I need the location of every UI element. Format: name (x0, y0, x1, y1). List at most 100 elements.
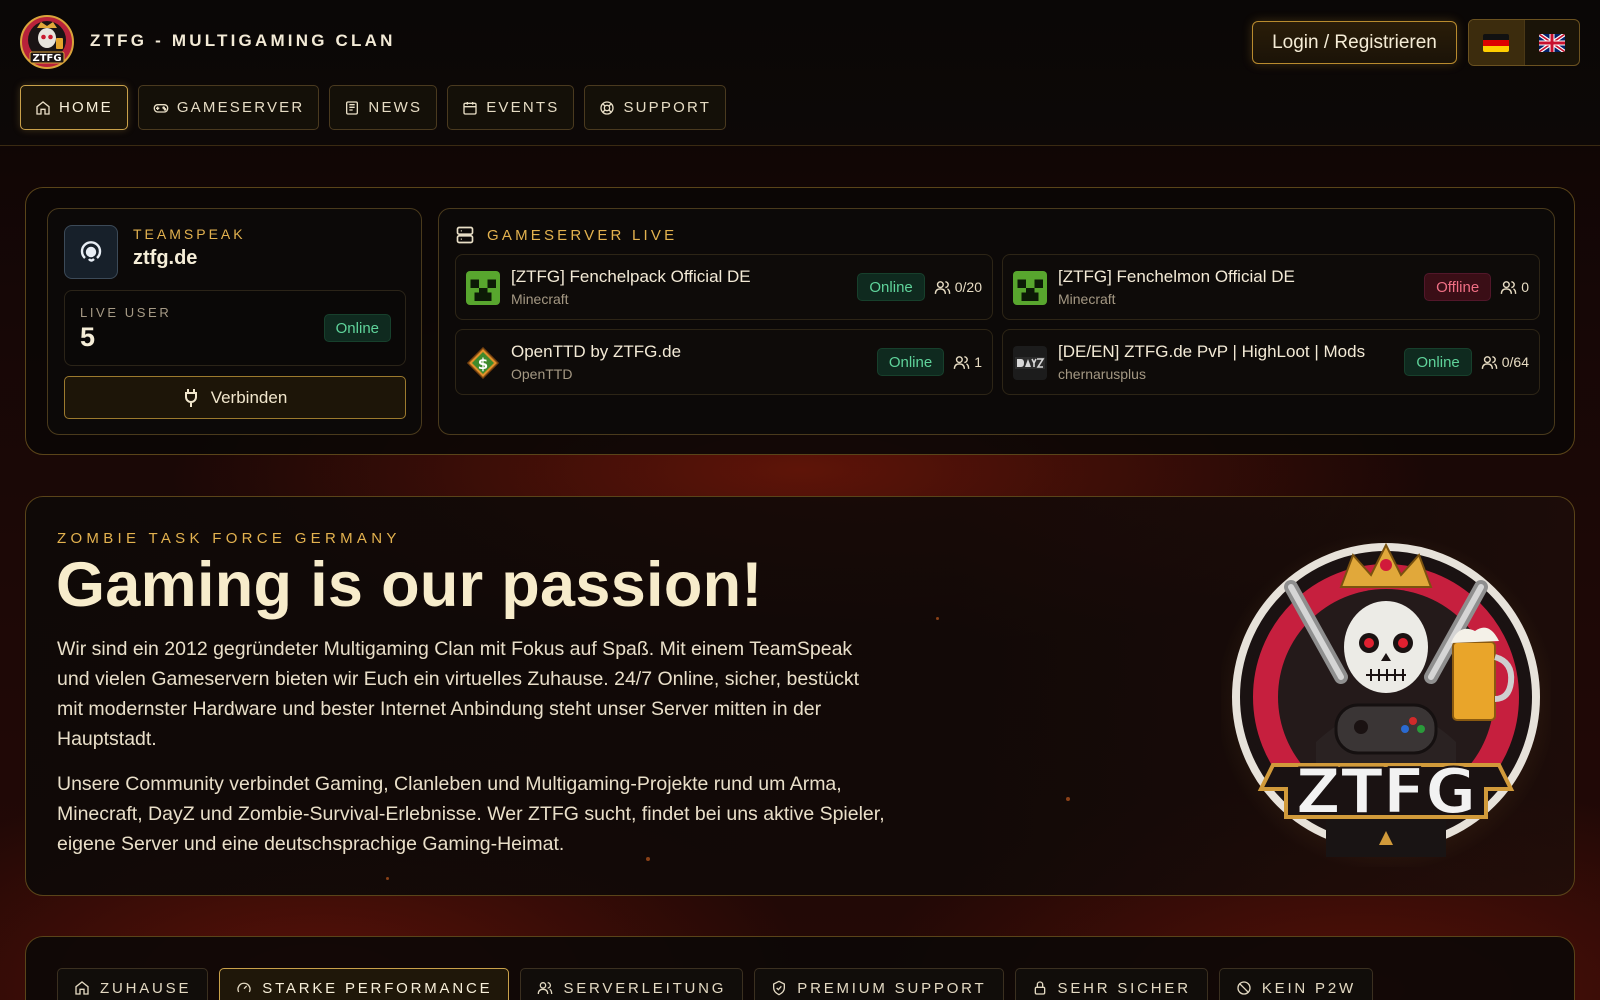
live-user-count: 5 (80, 322, 96, 352)
server-item-openttd[interactable]: $ OpenTTD by ZTFG.de OpenTTD Online 1 (455, 329, 993, 395)
tab-label: PREMIUM SUPPORT (797, 979, 987, 997)
users-icon (934, 280, 951, 294)
uk-flag-icon (1538, 33, 1565, 52)
nav-events[interactable]: EVENTS (447, 85, 575, 130)
emblem-text: ZTFG (1296, 755, 1477, 828)
tab-premium-support[interactable]: PREMIUM SUPPORT (754, 968, 1004, 1000)
server-game: chernarusplus (1058, 366, 1146, 382)
server-item-fenchelpack[interactable]: [ZTFG] Fenchelpack Official DE Minecraft… (455, 254, 993, 320)
lifebuoy-icon (600, 100, 615, 115)
hero-paragraph-2: Unsere Community verbindet Gaming, Clanl… (57, 773, 885, 855)
live-user-label: LIVE USER (80, 305, 172, 320)
calendar-icon (463, 101, 477, 115)
plug-icon (184, 388, 197, 407)
teamspeak-status-badge: Online (323, 314, 391, 342)
svg-text:$: $ (478, 355, 488, 373)
no-coin-icon (1237, 981, 1251, 995)
users-icon (1481, 355, 1498, 369)
teamspeak-card: TEAMSPEAK ztfg.de LIVE USER 5 Online Ver… (47, 208, 422, 435)
openttd-icon: $ (466, 346, 500, 380)
server-icon (456, 226, 474, 244)
server-name: [DE/EN] ZTFG.de PvP | HighLoot | Mods (1058, 342, 1366, 361)
gauge-icon (237, 982, 251, 993)
server-status-badge: Online (1404, 348, 1472, 376)
shield-check-icon (773, 980, 786, 996)
language-option-de[interactable] (1469, 20, 1524, 65)
hero-title: Gaming is our passion! (56, 550, 763, 620)
nav-gameserver-label: GAMESERVER (176, 99, 305, 116)
nav-support[interactable]: SUPPORT (584, 85, 727, 130)
server-player-count: 0 (1521, 279, 1529, 295)
tab-sehr-sicher[interactable]: SEHR SICHER (1014, 968, 1208, 1000)
nav-gameserver[interactable]: GAMESERVER (137, 85, 320, 130)
server-players: 0/20 (934, 279, 982, 296)
hero-kicker: ZOMBIE TASK FORCE GERMANY (57, 530, 401, 547)
server-name: [ZTFG] Fenchelpack Official DE (511, 267, 751, 286)
teamspeak-icon (64, 225, 118, 279)
tab-zuhause[interactable]: ZUHAUSE (57, 968, 209, 1000)
nav-home-label: HOME (59, 99, 113, 116)
server-item-fenchelmon[interactable]: [ZTFG] Fenchelmon Official DE Minecraft … (1002, 254, 1540, 320)
login-register-button[interactable]: Login / Registrieren (1252, 21, 1457, 64)
server-status-badge: Offline (1424, 273, 1492, 301)
features-section: ZUHAUSE STARKE PERFORMANCE SERVERLEITUNG… (25, 936, 1575, 1000)
server-game: Minecraft (511, 291, 569, 307)
teamspeak-host: ztfg.de (133, 247, 198, 269)
tab-label: SEHR SICHER (1057, 979, 1191, 997)
server-name: [ZTFG] Fenchelmon Official DE (1058, 267, 1295, 286)
server-status-badge: Online (857, 273, 925, 301)
tab-kein-p2w[interactable]: KEIN P2W (1218, 968, 1373, 1000)
gameserver-list: [ZTFG] Fenchelpack Official DE Minecraft… (455, 254, 1540, 395)
nav-news-label: NEWS (368, 99, 423, 116)
nav-news[interactable]: NEWS (329, 85, 438, 130)
ember-particle (1066, 797, 1070, 801)
minecraft-icon (466, 271, 500, 305)
teamspeak-label: TEAMSPEAK (133, 226, 246, 242)
server-players: 0 (1500, 279, 1529, 296)
nav-support-label: SUPPORT (623, 99, 712, 116)
gameserver-live-card: GAMESERVER LIVE [ZTFG] Fenchelpack Offic… (438, 208, 1555, 435)
site-header: ZTFG ZTFG - MULTIGAMING CLAN Login / Reg… (0, 0, 1600, 146)
german-flag-icon (1483, 33, 1510, 52)
server-status-badge: Online (876, 348, 945, 376)
server-item-dayz[interactable]: [DE/EN] ZTFG.de PvP | HighLoot | Mods ch… (1002, 329, 1540, 395)
hero-paragraph-1: Wir sind ein 2012 gegründeter Multigamin… (57, 638, 860, 750)
users-icon (953, 355, 970, 369)
teamspeak-connect-button[interactable]: Verbinden (64, 376, 406, 419)
hero-section: ZOMBIE TASK FORCE GERMANY Gaming is our … (25, 496, 1575, 896)
newspaper-icon (346, 100, 359, 115)
tab-starke-performance[interactable]: STARKE PERFORMANCE (219, 968, 510, 1000)
ember-particle (936, 617, 939, 620)
main-nav: HOME GAMESERVER NEWS EVENTS SUPPORT (20, 85, 727, 130)
gameserver-live-title: GAMESERVER LIVE (487, 226, 678, 244)
language-switcher (1468, 19, 1580, 66)
server-player-count: 0/64 (1501, 354, 1529, 370)
tab-label: KEIN P2W (1261, 979, 1356, 997)
connect-label: Verbinden (210, 387, 288, 407)
minecraft-icon (1013, 271, 1047, 305)
users-icon (538, 982, 553, 995)
gamepad-icon (153, 103, 169, 113)
nav-home[interactable]: HOME (20, 85, 128, 130)
home-icon (36, 100, 50, 115)
home-icon (75, 981, 89, 995)
server-name: OpenTTD by ZTFG.de (511, 342, 682, 361)
site-brand[interactable]: ZTFG - MULTIGAMING CLAN (90, 31, 396, 51)
dayz-icon (1013, 346, 1047, 380)
language-option-en[interactable] (1523, 20, 1580, 65)
nav-events-label: EVENTS (486, 99, 560, 116)
users-icon (1500, 280, 1517, 294)
lock-icon (1034, 981, 1045, 995)
tab-label: STARKE PERFORMANCE (262, 979, 493, 997)
tab-serverleitung[interactable]: SERVERLEITUNG (520, 968, 744, 1000)
status-panel: TEAMSPEAK ztfg.de LIVE USER 5 Online Ver… (25, 187, 1575, 455)
logo-text: ZTFG (32, 53, 61, 64)
server-player-count: 1 (974, 354, 982, 370)
clan-logo[interactable]: ZTFG (18, 14, 76, 70)
live-user-box: LIVE USER 5 Online (64, 290, 406, 366)
ztfg-emblem: ZTFG (1216, 527, 1556, 872)
tab-label: ZUHAUSE (100, 979, 192, 997)
server-game: OpenTTD (511, 366, 573, 382)
server-players: 1 (953, 354, 982, 371)
server-players: 0/64 (1481, 354, 1529, 371)
